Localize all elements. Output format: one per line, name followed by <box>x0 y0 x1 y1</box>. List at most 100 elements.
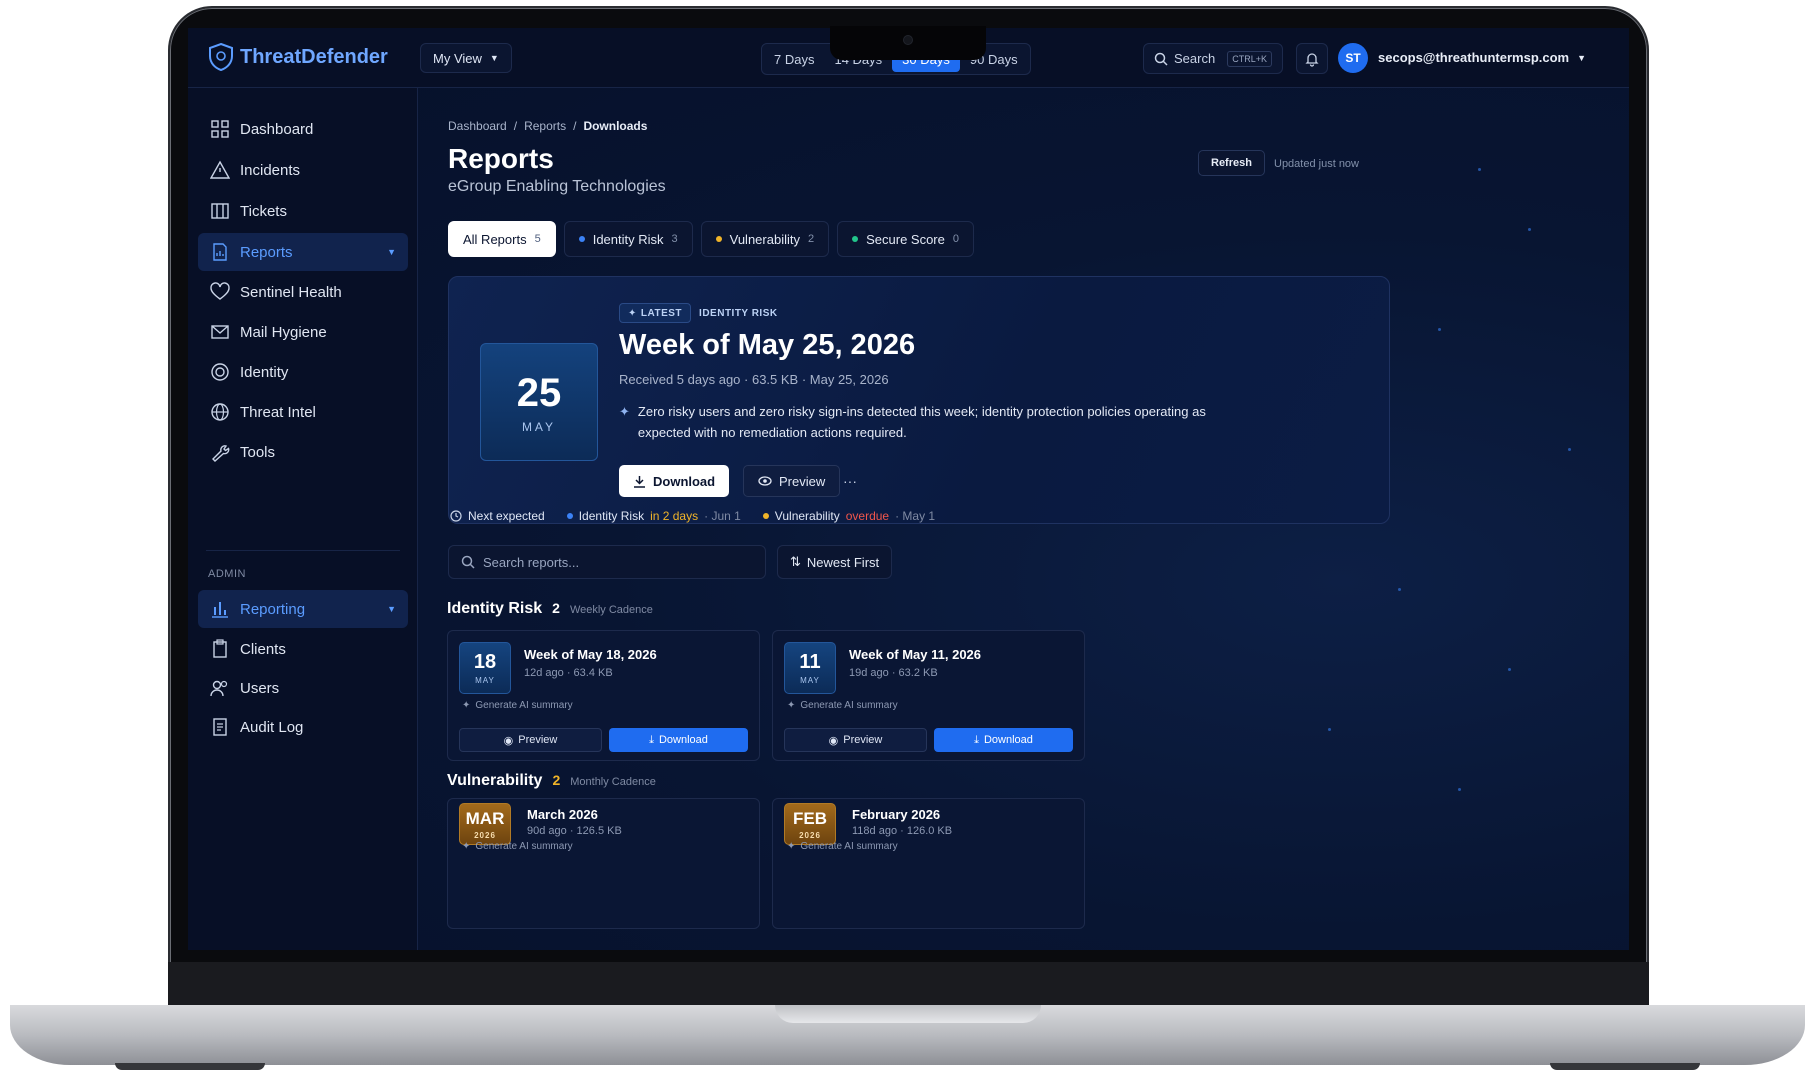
card-preview-button[interactable]: ◉ Preview <box>459 728 602 752</box>
report-filters: All Reports 5 Identity Risk 3 Vulnerabil… <box>448 221 974 257</box>
notifications-button[interactable] <box>1296 43 1328 74</box>
sidebar-item-label: Users <box>240 679 280 697</box>
sidebar-item-tools[interactable]: Tools <box>198 433 408 471</box>
search-icon <box>461 555 475 569</box>
next-item-date: · Jun 1 <box>704 509 741 523</box>
sidebar-item-dashboard[interactable]: Dashboard <box>198 110 408 148</box>
bg-star <box>1438 328 1441 331</box>
eye-icon <box>758 476 772 486</box>
yellow-dot-icon <box>715 236 722 242</box>
sidebar-item-label: Sentinel Health <box>240 283 342 301</box>
filter-vulnerability[interactable]: Vulnerability 2 <box>700 221 830 257</box>
app-logo[interactable]: ThreatDefender <box>208 43 388 71</box>
warning-icon <box>210 160 230 179</box>
card-year: 2026 <box>474 830 496 840</box>
filter-all-reports[interactable]: All Reports 5 <box>448 221 556 257</box>
sidebar-item-threat-intel[interactable]: Threat Intel <box>198 393 408 431</box>
bg-star <box>1478 168 1481 171</box>
filter-count: 0 <box>952 233 959 245</box>
download-label: Download <box>983 734 1033 746</box>
sidebar-item-reporting[interactable]: Reporting ▼ <box>198 590 408 628</box>
filter-count: 3 <box>671 233 678 245</box>
hero-summary-text: Zero risky users and zero risky sign-ins… <box>637 404 1206 440</box>
sidebar-item-users[interactable]: Users <box>198 669 408 707</box>
sidebar-item-label: Incidents <box>240 161 301 179</box>
search-shortcut: CTRL+K <box>1227 50 1272 67</box>
sidebar-item-sentinel-health[interactable]: Sentinel Health <box>198 273 408 311</box>
report-card: 11 MAY Week of May 11, 2026 19d ago · 63… <box>772 630 1085 761</box>
sidebar-item-label: Clients <box>240 640 286 658</box>
ai-label: Generate AI summary <box>800 700 898 711</box>
filter-label: Identity Risk <box>592 231 664 247</box>
fingerprint-icon <box>211 363 229 381</box>
user-avatar[interactable]: ST <box>1338 43 1368 73</box>
sidebar-item-reports[interactable]: Reports ▼ <box>198 233 408 271</box>
filter-identity-risk[interactable]: Identity Risk 3 <box>563 221 693 257</box>
refresh-button[interactable]: Refresh <box>1198 150 1265 176</box>
card-download-button[interactable]: ⤓ Download <box>934 728 1073 752</box>
sidebar-item-label: Dashboard <box>240 120 314 138</box>
filter-secure-score[interactable]: Secure Score 0 <box>837 221 974 257</box>
sidebar-item-clients[interactable]: Clients <box>198 630 408 668</box>
sort-icon: ⇅ <box>790 554 801 569</box>
sidebar-item-label: Reporting <box>240 600 306 618</box>
view-selector[interactable]: My View ▼ <box>420 43 512 73</box>
user-menu[interactable]: secops@threathuntermsp.com ▼ <box>1378 50 1586 65</box>
sidebar-item-identity[interactable]: Identity <box>198 353 408 391</box>
sparkle-icon: ✦ <box>787 841 796 852</box>
chevron-down-icon: ▼ <box>1577 52 1587 63</box>
filter-label: Vulnerability <box>729 231 800 247</box>
report-card: MAR 2026 March 2026 90d ago · 126.5 KB ✦… <box>447 798 760 929</box>
sidebar-item-label: Identity <box>240 363 289 381</box>
generate-ai-summary-link[interactable]: ✦ Generate AI summary <box>787 700 898 711</box>
breadcrumb-separator: / <box>573 119 577 133</box>
sidebar-item-mail-hygiene[interactable]: Mail Hygiene <box>198 313 408 351</box>
chevron-down-icon: ▼ <box>489 53 499 63</box>
sidebar-item-label: Mail Hygiene <box>240 323 327 341</box>
card-preview-button[interactable]: ◉ Preview <box>784 728 927 752</box>
camera-notch <box>830 26 986 60</box>
sidebar-item-incidents[interactable]: Incidents <box>198 151 408 189</box>
generate-ai-summary-link[interactable]: ✦ Generate AI summary <box>462 841 573 852</box>
card-title: Week of May 11, 2026 <box>849 647 982 662</box>
next-expected-label: Next expected <box>468 509 545 523</box>
laptop-foot <box>115 1063 265 1070</box>
sidebar-divider <box>206 550 400 551</box>
more-options-button[interactable]: ··· <box>843 473 857 489</box>
section-title: Vulnerability <box>447 772 543 789</box>
sparkle-icon: ✦ <box>628 307 637 319</box>
sidebar-item-tickets[interactable]: Tickets <box>198 192 408 230</box>
sparkle-icon: ✦ <box>462 700 471 711</box>
hero-preview-button[interactable]: Preview <box>743 465 841 497</box>
download-icon <box>634 475 645 488</box>
range-7-days[interactable]: 7 Days <box>764 46 824 72</box>
generate-ai-summary-link[interactable]: ✦ Generate AI summary <box>787 841 898 852</box>
download-label: Download <box>653 473 716 489</box>
eye-icon: ◉ <box>828 734 839 747</box>
global-search-button[interactable]: Search CTRL+K <box>1143 43 1283 74</box>
search-reports-input[interactable]: Search reports... <box>448 545 766 579</box>
card-meta: 12d ago · 63.4 KB <box>524 667 613 679</box>
page-subtitle: eGroup Enabling Technologies <box>448 178 666 195</box>
preview-label: Preview <box>843 734 883 746</box>
sparkle-icon: ✦ <box>787 700 796 711</box>
card-download-button[interactable]: ⤓ Download <box>609 728 748 752</box>
hero-title: Week of May 25, 2026 <box>619 329 916 361</box>
sparkle-icon: ✦ <box>619 404 630 419</box>
bar-chart-icon <box>212 602 228 618</box>
latest-tag-text: LATEST <box>640 307 683 319</box>
clipboard-icon <box>213 639 227 658</box>
next-item-name: Vulnerability <box>774 509 840 523</box>
breadcrumb-dashboard[interactable]: Dashboard <box>448 119 507 133</box>
generate-ai-summary-link[interactable]: ✦ Generate AI summary <box>462 700 573 711</box>
breadcrumb-reports[interactable]: Reports <box>524 119 566 133</box>
page-title: Reports <box>448 143 554 174</box>
sidebar-item-audit-log[interactable]: Audit Log <box>198 708 408 746</box>
sort-button[interactable]: ⇅ Newest First <box>777 545 893 579</box>
card-month: MAY <box>800 676 820 685</box>
section-cadence: Weekly Cadence <box>569 604 653 616</box>
heart-icon <box>210 282 230 300</box>
hero-download-button[interactable]: Download <box>619 465 730 497</box>
report-type-tag: IDENTITY RISK <box>699 307 778 319</box>
next-item-status: in 2 days <box>650 509 699 523</box>
